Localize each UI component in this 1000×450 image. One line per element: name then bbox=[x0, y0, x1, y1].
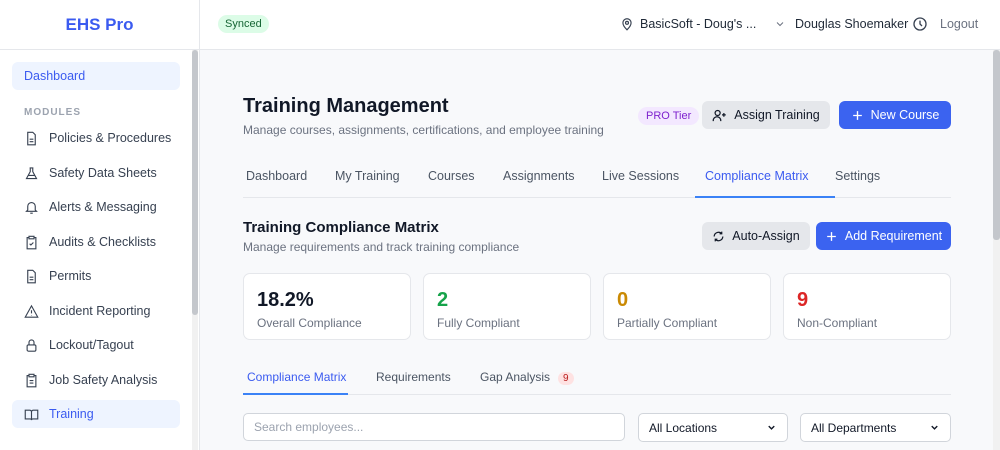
sidebar-item-label: Permits bbox=[49, 269, 92, 283]
sidebar-scrollbar[interactable] bbox=[192, 50, 198, 450]
stat-value: 2 bbox=[437, 289, 449, 311]
main-scrollbar[interactable] bbox=[993, 50, 1000, 450]
tab-live-sessions[interactable]: Live Sessions bbox=[602, 169, 679, 195]
document-icon bbox=[27, 131, 36, 145]
stat-label: Non-Compliant bbox=[797, 316, 878, 330]
select-value: All Locations bbox=[649, 420, 718, 435]
sidebar-item-label: Lockout/Tagout bbox=[49, 338, 134, 352]
tab-my-training[interactable]: My Training bbox=[335, 169, 400, 195]
button-label: New Course bbox=[870, 108, 940, 122]
section-subtitle: Manage requirements and track training c… bbox=[243, 240, 520, 254]
new-course-button[interactable]: New Course bbox=[839, 101, 951, 129]
tab-settings[interactable]: Settings bbox=[835, 169, 880, 195]
plus-icon bbox=[852, 110, 862, 120]
sidebar: EHS Pro Dashboard MODULES Policies & Pro… bbox=[0, 0, 200, 450]
refresh-icon bbox=[713, 231, 724, 241]
subtab-requirements[interactable]: Requirements bbox=[376, 370, 451, 384]
chevron-down-icon bbox=[768, 425, 775, 430]
sidebar-item-label: Training bbox=[49, 407, 94, 421]
sidebar-item-lockout[interactable]: Lockout/Tagout bbox=[12, 331, 180, 359]
select-value: All Departments bbox=[811, 420, 897, 435]
user-name[interactable]: Douglas Shoemaker bbox=[795, 17, 908, 31]
stat-card-non: 9 Non-Compliant bbox=[783, 273, 951, 340]
location-label: BasicSoft - Doug's ... bbox=[640, 17, 757, 31]
sidebar-item-label: Job Safety Analysis bbox=[49, 373, 158, 387]
sidebar-item-incidents[interactable]: Incident Reporting bbox=[12, 297, 180, 325]
department-filter-select[interactable]: All Departments bbox=[800, 413, 951, 442]
stat-value: 18.2% bbox=[257, 289, 314, 311]
button-label: Assign Training bbox=[734, 108, 820, 122]
active-subtab-indicator bbox=[243, 393, 348, 395]
sync-status-badge: Synced bbox=[218, 15, 269, 33]
sub-tabs: Compliance Matrix Requirements Gap Analy… bbox=[243, 366, 951, 395]
search-employees-input[interactable] bbox=[243, 413, 625, 441]
sidebar-item-label: Policies & Procedures bbox=[49, 131, 172, 145]
bell-icon bbox=[25, 201, 38, 214]
subtab-compliance-matrix[interactable]: Compliance Matrix bbox=[247, 370, 346, 384]
main-scrollbar-thumb[interactable] bbox=[993, 50, 1000, 240]
warning-icon bbox=[24, 304, 39, 318]
tab-courses[interactable]: Courses bbox=[428, 169, 475, 195]
subtab-label: Gap Analysis bbox=[480, 370, 551, 384]
tab-assignments[interactable]: Assignments bbox=[503, 169, 575, 195]
main-tabs: Dashboard My Training Courses Assignment… bbox=[243, 166, 951, 198]
plus-icon bbox=[827, 231, 836, 241]
stat-value: 9 bbox=[797, 289, 809, 311]
location-filter-select[interactable]: All Locations bbox=[638, 413, 788, 442]
sidebar-scrollbar-thumb[interactable] bbox=[192, 50, 198, 315]
page-title: Training Management bbox=[243, 95, 449, 117]
sidebar-item-dashboard[interactable]: Dashboard bbox=[12, 62, 180, 90]
book-icon bbox=[24, 409, 39, 420]
chevron-down-icon bbox=[931, 425, 938, 430]
auto-assign-button[interactable]: Auto-Assign bbox=[702, 222, 810, 250]
sidebar-item-label: Dashboard bbox=[24, 69, 86, 83]
sidebar-item-policies[interactable]: Policies & Procedures bbox=[12, 124, 180, 152]
app-logo[interactable]: EHS Pro bbox=[0, 0, 199, 50]
clipboard-check-icon bbox=[26, 235, 37, 249]
gap-count-badge: 9 bbox=[558, 372, 574, 385]
sidebar-item-audits[interactable]: Audits & Checklists bbox=[12, 228, 180, 256]
page-subtitle: Manage courses, assignments, certificati… bbox=[243, 123, 604, 137]
subtab-gap-analysis[interactable]: Gap Analysis 9 bbox=[480, 370, 574, 385]
logout-link[interactable]: Logout bbox=[940, 17, 978, 31]
lock-icon bbox=[26, 338, 37, 352]
assign-training-button[interactable]: Assign Training bbox=[702, 101, 830, 129]
sidebar-item-label: Audits & Checklists bbox=[49, 235, 156, 249]
modules-heading: MODULES bbox=[24, 107, 81, 118]
stat-value: 0 bbox=[617, 289, 629, 311]
flask-icon bbox=[25, 166, 38, 179]
stat-card-fully: 2 Fully Compliant bbox=[423, 273, 591, 340]
sidebar-item-sds[interactable]: Safety Data Sheets bbox=[12, 159, 180, 187]
tier-badge: PRO Tier bbox=[638, 107, 700, 125]
button-label: Auto-Assign bbox=[732, 229, 800, 243]
tab-compliance-matrix[interactable]: Compliance Matrix bbox=[705, 169, 809, 195]
sidebar-item-label: Safety Data Sheets bbox=[49, 166, 157, 180]
chevron-down-icon bbox=[776, 22, 784, 27]
stat-label: Overall Compliance bbox=[257, 316, 362, 330]
top-header: Synced BasicSoft - Doug's ... Douglas Sh… bbox=[200, 0, 1000, 50]
location-selector[interactable]: BasicSoft - Doug's ... bbox=[620, 17, 786, 31]
add-requirement-button[interactable]: Add Requirement bbox=[816, 222, 951, 250]
stat-card-partial: 0 Partially Compliant bbox=[603, 273, 771, 340]
map-pin-icon bbox=[622, 18, 632, 31]
sidebar-item-jsa[interactable]: Job Safety Analysis bbox=[12, 366, 180, 394]
clipboard-icon bbox=[26, 373, 37, 387]
document-icon bbox=[27, 269, 36, 283]
stat-card-overall: 18.2% Overall Compliance bbox=[243, 273, 411, 340]
button-label: Add Requirement bbox=[844, 229, 943, 243]
stat-label: Fully Compliant bbox=[437, 316, 520, 330]
sidebar-item-label: Incident Reporting bbox=[49, 304, 151, 318]
sidebar-item-permits[interactable]: Permits bbox=[12, 262, 180, 290]
stat-label: Partially Compliant bbox=[617, 316, 718, 330]
user-plus-icon bbox=[712, 109, 727, 121]
tab-dashboard[interactable]: Dashboard bbox=[246, 169, 307, 195]
active-tab-indicator bbox=[695, 196, 835, 198]
sidebar-item-label: Alerts & Messaging bbox=[49, 200, 157, 214]
clock-icon[interactable] bbox=[912, 16, 928, 32]
sidebar-item-alerts[interactable]: Alerts & Messaging bbox=[12, 193, 180, 221]
section-title: Training Compliance Matrix bbox=[243, 219, 439, 236]
sidebar-item-training[interactable]: Training bbox=[12, 400, 180, 428]
